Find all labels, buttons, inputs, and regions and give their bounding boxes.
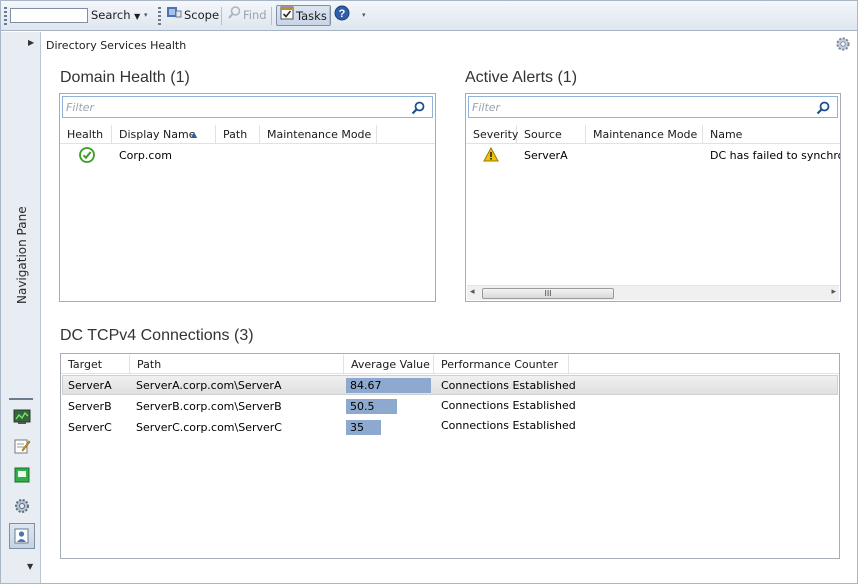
column-header-average-value[interactable]: Average Value xyxy=(344,355,434,374)
column-header-performance-counter[interactable]: Performance Counter xyxy=(434,355,569,374)
toolbar-overflow-icon[interactable]: ▾ xyxy=(144,12,148,19)
alert-name-cell: DC has failed to synchroni xyxy=(710,149,841,162)
connections-header: Target Path Average Value Performance Co… xyxy=(61,355,839,374)
tasks-icon xyxy=(280,6,294,27)
toolbar-overflow-icon[interactable]: ▾ xyxy=(362,12,366,19)
column-header-maintenance-mode[interactable]: Maintenance Mode xyxy=(586,125,703,144)
help-icon: ? xyxy=(334,5,350,28)
counter-cell: Connections Established xyxy=(441,379,576,392)
column-header-severity[interactable]: Severity xyxy=(466,125,518,144)
app-window: Search ▼ ▾ Scope Find Tasks ? ▾ ▶ Naviga… xyxy=(0,0,858,584)
path-cell: ServerC.corp.com\ServerC xyxy=(136,421,282,434)
filter-placeholder: Filter xyxy=(472,101,501,114)
find-label: Find xyxy=(243,8,267,22)
my-workspace-button[interactable] xyxy=(9,523,35,549)
nav-splitter[interactable] xyxy=(9,398,33,400)
scope-icon xyxy=(166,5,182,26)
svg-text:?: ? xyxy=(339,8,346,20)
toolbar-separator xyxy=(329,7,330,25)
find-icon xyxy=(228,5,241,26)
active-alerts-panel: Filter Severity Source Maintenance Mode … xyxy=(465,93,841,302)
column-header-maintenance-mode[interactable]: Maintenance Mode xyxy=(260,125,377,144)
path-cell: ServerB.corp.com\ServerB xyxy=(136,400,282,413)
connections-panel: Target Path Average Value Performance Co… xyxy=(60,353,840,559)
toolbar-grip[interactable] xyxy=(4,7,7,25)
filter-placeholder: Filter xyxy=(66,101,95,114)
nav-options-icon[interactable]: ▼ xyxy=(27,562,33,571)
column-header-target[interactable]: Target xyxy=(61,355,130,374)
connections-title: DC TCPv4 Connections (3) xyxy=(60,327,254,344)
column-header-name[interactable]: Name xyxy=(703,125,840,144)
search-label: Search xyxy=(91,8,131,22)
average-value-bar: 50.5 xyxy=(346,399,397,414)
column-header-health[interactable]: Health xyxy=(60,125,112,144)
find-button[interactable]: Find xyxy=(228,5,267,26)
path-cell: ServerA.corp.com\ServerA xyxy=(136,379,282,392)
tasks-button[interactable]: Tasks xyxy=(276,5,331,26)
navigation-pane-label[interactable]: Navigation Pane xyxy=(15,206,29,304)
average-value-label: 84.67 xyxy=(350,379,382,392)
active-alerts-filter[interactable]: Filter xyxy=(468,96,838,118)
domain-health-title: Domain Health (1) xyxy=(60,69,190,86)
average-value-label: 35 xyxy=(350,421,364,434)
search-icon[interactable] xyxy=(816,101,830,115)
toolbar-separator xyxy=(221,7,222,25)
navigation-pane: ▶ Navigation Pane ▼ xyxy=(1,32,41,583)
display-name-cell: Corp.com xyxy=(119,149,172,162)
active-alerts-title: Active Alerts (1) xyxy=(465,69,578,86)
breadcrumb: Directory Services Health xyxy=(46,39,187,52)
thumb-grip: III xyxy=(544,289,552,298)
column-header-path[interactable]: Path xyxy=(130,355,344,374)
average-value-bar: 35 xyxy=(346,420,381,435)
domain-health-panel: Filter Health Display Name ▲ Path Mainten… xyxy=(59,93,436,302)
scroll-left-icon[interactable]: ◂ xyxy=(470,287,475,297)
healthy-check-icon xyxy=(79,147,95,163)
average-value-label: 50.5 xyxy=(350,400,375,413)
counter-cell: Connections Established xyxy=(441,399,576,412)
search-button[interactable]: Search ▼ xyxy=(91,5,140,26)
column-header-path[interactable]: Path xyxy=(216,125,260,144)
target-cell: ServerC xyxy=(68,421,112,434)
scrollbar-thumb[interactable]: III xyxy=(482,288,614,299)
administration-icon[interactable] xyxy=(13,497,31,515)
authoring-icon[interactable] xyxy=(13,437,31,455)
active-alerts-header: Severity Source Maintenance Mode Name xyxy=(466,125,840,144)
scope-label: Scope xyxy=(184,8,220,22)
search-input[interactable] xyxy=(10,8,88,23)
column-header-display-name[interactable]: Display Name ▲ xyxy=(112,125,216,144)
target-cell: ServerB xyxy=(68,400,112,413)
expand-chevron-icon[interactable]: ▶ xyxy=(28,38,34,47)
scroll-right-icon[interactable]: ▸ xyxy=(831,287,836,297)
reporting-icon[interactable] xyxy=(13,466,31,484)
scope-button[interactable]: Scope xyxy=(166,5,219,26)
toolbar: Search ▼ ▾ Scope Find Tasks ? ▾ xyxy=(1,1,857,31)
monitoring-icon[interactable] xyxy=(13,408,31,426)
toolbar-grip[interactable] xyxy=(158,7,161,25)
column-header-source[interactable]: Source xyxy=(517,125,586,144)
target-cell: ServerA xyxy=(68,379,112,392)
domain-health-header: Health Display Name ▲ Path Maintenance Mo… xyxy=(60,125,435,144)
main-content: Directory Services Health Domain Health … xyxy=(41,32,857,583)
average-value-bar: 84.67 xyxy=(346,378,431,393)
horizontal-scrollbar[interactable]: ◂ III ▸ xyxy=(467,285,839,300)
tasks-label: Tasks xyxy=(296,9,327,23)
gear-icon[interactable] xyxy=(835,36,851,52)
warning-icon xyxy=(483,147,499,162)
counter-cell: Connections Established xyxy=(441,419,576,432)
toolbar-separator xyxy=(271,7,272,25)
help-button[interactable]: ? xyxy=(334,5,352,26)
sort-ascending-icon: ▲ xyxy=(191,130,198,139)
search-icon[interactable] xyxy=(411,101,425,115)
my-workspace-icon xyxy=(14,528,29,544)
domain-health-filter[interactable]: Filter xyxy=(62,96,433,118)
search-dropdown-icon[interactable]: ▼ xyxy=(134,12,140,21)
column-header-label: Display Name xyxy=(119,128,196,141)
source-cell: ServerA xyxy=(524,149,568,162)
